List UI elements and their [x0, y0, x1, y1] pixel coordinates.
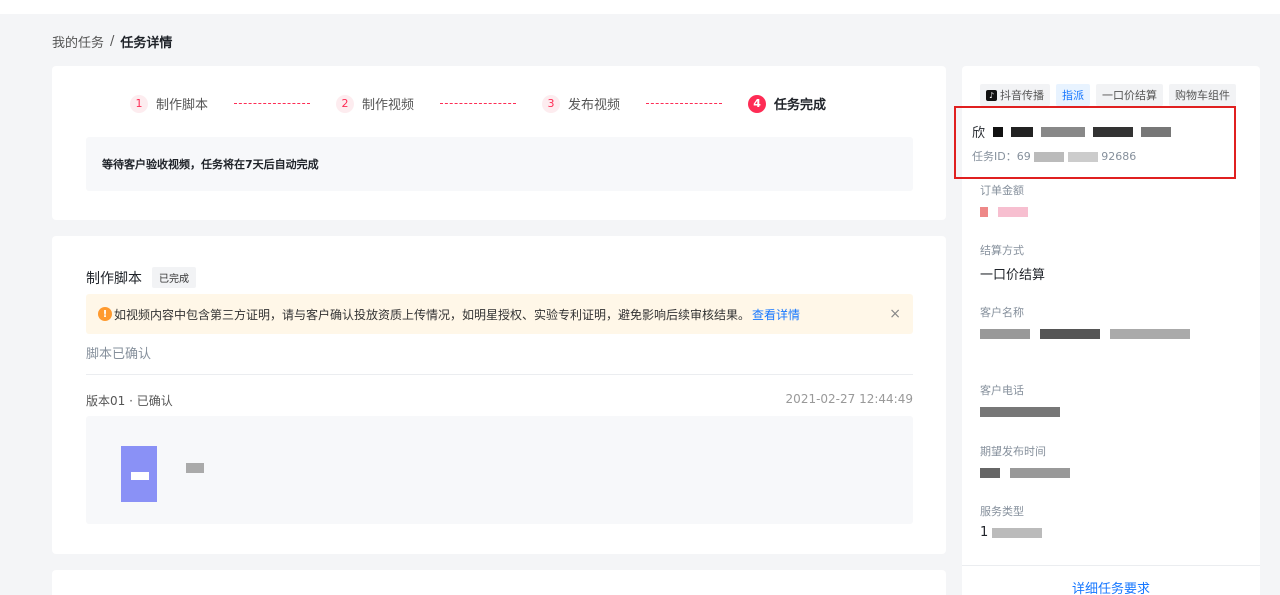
step-label: 发布视频 [568, 98, 621, 113]
progress-steps: 1 制作脚本 2 制作视频 3 发布视频 4 任务完成 [130, 94, 826, 113]
step-publish: 3 发布视频 [542, 94, 620, 113]
douyin-icon: ♪ [986, 89, 997, 101]
section-header: 制作脚本 已完成 [86, 267, 196, 288]
warning-banner: ! 如视频内容中包含第三方证明，请与客户确认投放资质上传情况，如明星授权、实验专… [86, 294, 913, 334]
detailed-requirements-link[interactable]: 详细任务要求 [962, 578, 1260, 595]
next-card [52, 570, 946, 595]
task-highlight-box: 欣 任务ID：69 92686 [954, 106, 1236, 179]
field-label: 客户电话 [980, 384, 1024, 397]
task-id-tail: 92686 [1101, 150, 1137, 163]
service-type-text: 1 [980, 525, 989, 540]
version-time: 2021-02-27 12:44:49 [785, 392, 913, 406]
task-info-panel: ♪ 抖音传播 指派 一口价结算 购物车组件 欣 任务ID：69 92686 订单… [954, 66, 1260, 595]
top-bar [0, 0, 1280, 14]
breadcrumb-current: 任务详情 [120, 36, 173, 51]
step-number: 3 [542, 94, 561, 113]
redacted-block [998, 206, 1029, 217]
task-tags: ♪ 抖音传播 指派 一口价结算 购物车组件 [980, 84, 1236, 106]
task-name-text: 欣 [972, 126, 986, 141]
field-value [980, 204, 1034, 220]
status-notice: 等待客户验收视频，任务将在7天后自动完成 [86, 137, 913, 191]
status-badge: 已完成 [152, 267, 196, 288]
redacted-block [1010, 467, 1071, 478]
redacted-block [1093, 126, 1134, 137]
warning-icon: ! [98, 307, 112, 321]
redacted-block [1067, 152, 1098, 162]
field-label: 期望发布时间 [980, 445, 1046, 458]
tag-assign: 指派 [1056, 84, 1090, 106]
version-label: 版本01 · 已确认 [86, 394, 173, 408]
task-name: 欣 [972, 122, 1172, 141]
step-number: 1 [130, 94, 148, 113]
redacted-block [1011, 126, 1034, 137]
field-value: 一口价结算 [980, 268, 1046, 283]
redacted-block [1141, 126, 1172, 137]
divider [86, 374, 913, 375]
redacted-block [1034, 152, 1065, 162]
redacted-block [1040, 328, 1101, 339]
script-card: 制作脚本 已完成 ! 如视频内容中包含第三方证明，请与客户确认投放资质上传情况，… [52, 236, 946, 554]
progress-card: 1 制作脚本 2 制作视频 3 发布视频 4 任务完成 等待客户验收视频，任务将… [52, 66, 946, 220]
warning-text: 如视频内容中包含第三方证明，请与客户确认投放资质上传情况，如明星授权、实验专利证… [114, 307, 751, 322]
field-label: 结算方式 [980, 244, 1024, 257]
field-label: 客户名称 [980, 306, 1024, 319]
field-order-amount: 订单金额 [980, 182, 1034, 220]
tag-cart: 购物车组件 [1169, 84, 1236, 106]
attachment-box [86, 416, 913, 524]
tag-douyin: ♪ 抖音传播 [980, 84, 1050, 106]
step-label: 制作视频 [362, 98, 415, 113]
divider [962, 565, 1260, 566]
field-customer-name: 客户名称 [980, 304, 1196, 342]
file-name-redacted[interactable] [186, 463, 204, 473]
field-value: 1 [980, 525, 1048, 541]
script-confirmed-text: 脚本已确认 [86, 347, 152, 362]
field-label: 服务类型 [980, 505, 1024, 518]
step-video: 2 制作视频 [336, 94, 414, 113]
section-title: 制作脚本 [86, 270, 142, 287]
redacted-block [980, 406, 1060, 417]
step-connector [440, 103, 517, 104]
task-id: 任务ID：69 92686 [972, 148, 1136, 164]
redacted-block [980, 328, 1030, 339]
redacted-block [980, 467, 1000, 478]
field-settlement: 结算方式 一口价结算 [980, 242, 1045, 283]
redacted-block [993, 126, 1004, 137]
step-label: 制作脚本 [156, 98, 209, 113]
breadcrumb-parent[interactable]: 我的任务 [52, 32, 104, 51]
step-script: 1 制作脚本 [130, 94, 208, 113]
field-service-type: 服务类型 1 [980, 503, 1048, 541]
field-value [980, 404, 1066, 420]
field-publish-time: 期望发布时间 [980, 443, 1076, 481]
close-icon[interactable]: × [889, 306, 901, 322]
step-number: 2 [336, 94, 355, 113]
step-connector [234, 103, 311, 104]
field-label: 订单金额 [980, 184, 1024, 197]
task-id-prefix: 任务ID：69 [972, 150, 1031, 163]
redacted-block [1041, 126, 1086, 137]
field-customer-phone: 客户电话 [980, 382, 1066, 420]
step-complete: 4 任务完成 [748, 94, 826, 113]
step-number: 4 [748, 94, 767, 113]
redacted-block [992, 527, 1043, 538]
document-icon[interactable] [121, 446, 157, 502]
view-details-link[interactable]: 查看详情 [752, 306, 800, 323]
breadcrumb-separator: / [110, 34, 115, 49]
step-label: 任务完成 [774, 98, 827, 113]
tag-settlement: 一口价结算 [1096, 84, 1163, 106]
field-value [980, 326, 1196, 342]
field-value [980, 465, 1076, 481]
tag-label: 抖音传播 [1000, 89, 1044, 102]
step-connector [646, 103, 723, 104]
redacted-block [980, 206, 988, 217]
version-row: 版本01 · 已确认 2021-02-27 12:44:49 [86, 392, 913, 409]
breadcrumb: 我的任务 / 任务详情 [52, 32, 172, 51]
redacted-block [1110, 328, 1191, 339]
